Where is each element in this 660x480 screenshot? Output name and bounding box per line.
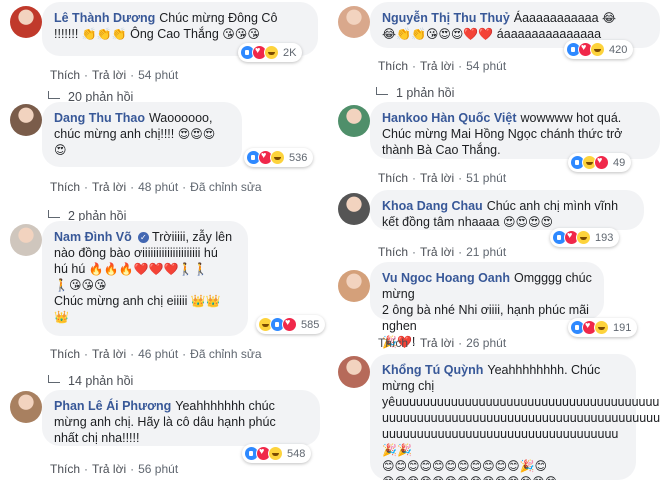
right-comment-column: Nguyễn Thị Thu Thuỷ Áaaaaaaaaaaa 😂 😂👏👏😘😍😍❤… [328, 0, 660, 480]
comment-text: uuuuuuuuuuuuuuuuuuuuuuuuuuuuuuuuuuuuuuuu… [382, 411, 660, 425]
reaction-count: 548 [287, 447, 306, 460]
comment: Khổng Tú Quỳnh Yeahhhhhhhh. Chúc mừng chị y… [328, 0, 660, 480]
emoji-group: 😊😊😊😊😊😊😊😊😊😊😊🎉😊 [382, 459, 548, 473]
comment-text: uuuuuuuuuuuuuuuuuuuuuuuuuuuuuuuuuu [382, 427, 619, 441]
left-comment-column: Lê Thành Dương Chúc mừng Đông Cô!!!!!!! 👏… [0, 0, 326, 480]
reaction-summary[interactable]: 548 [242, 444, 312, 463]
emoji-group: 😊😊😊😊😊😊😊😊😊😊😊😊😊😊 [382, 475, 557, 480]
comment-text: mừng anh chị. Hãy là cô dâu hạnh phúc [54, 415, 276, 429]
reply-link[interactable]: Trả lời [92, 462, 126, 476]
comment-author-link[interactable]: Khổng Tú Quỳnh [382, 363, 483, 377]
comment: Phan Lê Ái Phương Yeahhhhhhh chúc mừng anh… [0, 0, 320, 480]
timestamp-link[interactable]: 56 phút [138, 462, 178, 476]
emoji-group: 🎉🎉 [382, 443, 412, 457]
separator-dot: · [84, 462, 89, 476]
comment-bubble: Phan Lê Ái Phương Yeahhhhhhh chúc mừng anh… [42, 390, 320, 446]
comment-actions: Thích · Trả lời · 56 phút [50, 462, 178, 476]
comment-text: Yeahhhhhhhh. Chúc [487, 363, 601, 377]
avatar[interactable] [338, 356, 370, 388]
comment-text: Yeahhhhhhh chúc [175, 399, 275, 413]
comment-bubble: Khổng Tú Quỳnh Yeahhhhhhhh. Chúc mừng chị y… [370, 354, 660, 480]
comment-text: nhất chị nha!!!!! [54, 431, 140, 445]
haha-reaction-icon [268, 446, 283, 461]
comment-author-link[interactable]: Phan Lê Ái Phương [54, 399, 171, 413]
separator-dot: · [130, 462, 135, 476]
like-link[interactable]: Thích [50, 462, 80, 476]
comment-text: mừng chị [382, 379, 435, 393]
avatar[interactable] [10, 391, 42, 423]
comment-text: yêuuuuuuuuuuuuuuuuuuuuuuuuuuuuuuuuuuuuuu [382, 395, 660, 409]
